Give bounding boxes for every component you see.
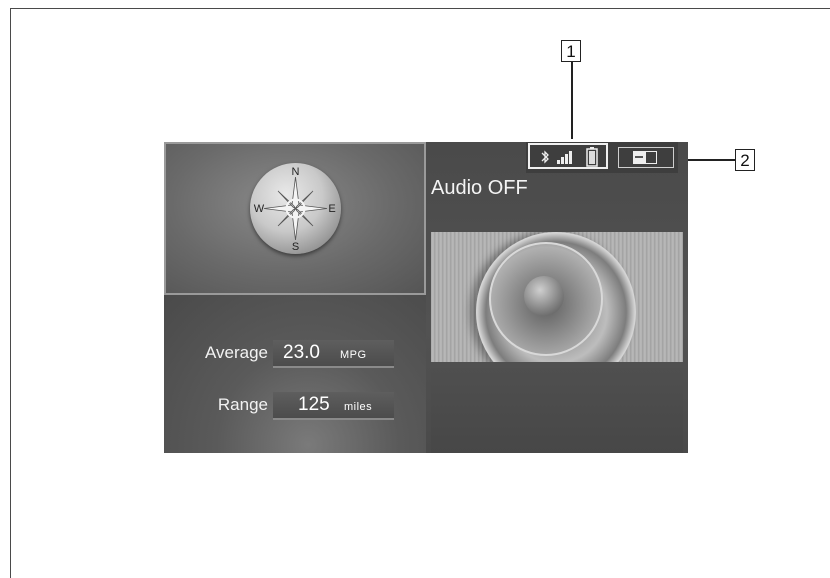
- frame-top-rule: [10, 8, 830, 9]
- bluetooth-icon: [541, 150, 549, 164]
- status-icons-group: [528, 143, 608, 169]
- range-unit: miles: [344, 401, 373, 413]
- average-label: Average: [204, 343, 268, 362]
- speaker-image: [431, 232, 683, 362]
- callout-2: 2: [735, 149, 755, 171]
- screen-layout-button[interactable]: [618, 147, 674, 168]
- trip-data-panel: Average 23.0 MPG Range 125 miles: [164, 295, 426, 453]
- compass-icon: N S W E: [250, 163, 341, 254]
- compass-north-label: N: [292, 166, 300, 178]
- battery-icon: [586, 147, 598, 167]
- frame-left-rule: [10, 8, 11, 578]
- display-screen: N S W E Average 23.0 MPG Range 125 miles: [164, 142, 688, 453]
- range-label: Range: [217, 395, 268, 414]
- speaker-dust-cap: [524, 276, 564, 316]
- compass-south-label: S: [292, 241, 299, 253]
- callout-1: 1: [561, 40, 581, 62]
- compass-west-label: W: [254, 203, 265, 215]
- screen-layout-icon: [633, 151, 657, 164]
- compass-panel: N S W E: [164, 142, 426, 295]
- status-bar: [526, 142, 678, 173]
- audio-bottom-area: [431, 368, 683, 453]
- range-value: 125: [298, 394, 330, 415]
- audio-panel: Audio OFF: [426, 142, 688, 453]
- average-value: 23.0: [283, 342, 320, 363]
- audio-status-text: Audio OFF: [431, 177, 528, 199]
- average-unit: MPG: [340, 349, 367, 361]
- compass-east-label: E: [328, 203, 335, 215]
- range-value-box: 125 miles: [273, 392, 394, 420]
- callout-1-leader: [571, 62, 573, 139]
- signal-strength-icon: [557, 151, 572, 164]
- average-value-box: 23.0 MPG: [273, 340, 394, 368]
